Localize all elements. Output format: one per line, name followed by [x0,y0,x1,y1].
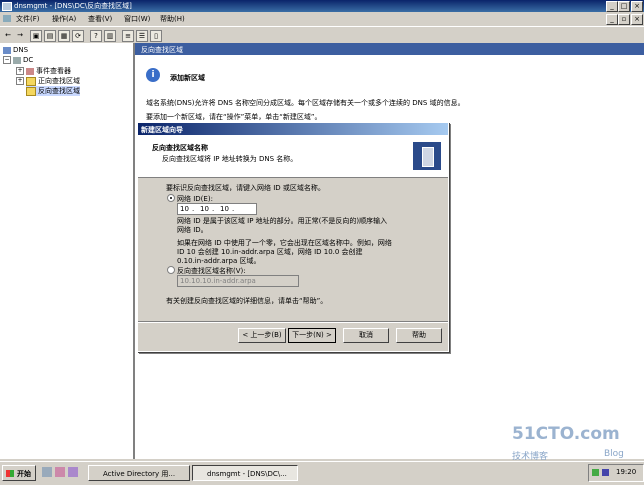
dialog-head-subtitle: 反向查找区域将 IP 地址转换为 DNS 名称。 [162,155,298,163]
doc-restore-button[interactable]: ▫ [618,14,630,25]
info-icon: i [146,68,160,82]
zero-note-3: 0.10.in-addr.arpa 区域。 [177,257,261,265]
menu-window[interactable]: 窗口(W) [124,14,150,24]
back-arrow-icon[interactable]: ← [3,30,13,40]
new-zone-wizard-dialog: 新建区域向导 反向查找区域名称 反向查找区域将 IP 地址转换为 DNS 名称。… [137,122,449,352]
menu-view[interactable]: 查看(V) [88,14,112,24]
volume-icon[interactable] [602,469,609,476]
window-title-bar[interactable]: dnsmgmt - [DNS\DC\反向查找区域] _ □ × [0,0,644,12]
windows-logo-icon [6,470,14,477]
help-icon[interactable]: ? [90,30,102,42]
list-icon[interactable]: ≡ [122,30,134,42]
system-tray: 19:20 [588,464,644,482]
refresh-icon[interactable]: ⟳ [72,30,84,42]
watermark-blog-en: Blog [604,449,624,459]
network-icon[interactable] [592,469,599,476]
back-button[interactable]: < 上一步(B) [238,328,286,343]
network-id-note-1: 网络 ID 是属于该区域 IP 地址的部分。用正常(不是反向的)顺序输入 [177,217,388,225]
forward-arrow-icon[interactable]: → [15,30,25,40]
cancel-button[interactable]: 取消 [343,328,389,343]
expand-icon[interactable]: + [16,67,24,75]
dialog-divider [138,321,448,323]
task-active-directory[interactable]: Active Directory 用... [88,465,190,481]
up-level-icon[interactable]: ▣ [30,30,42,42]
doc-close-button[interactable]: × [631,14,643,25]
dialog-header: 反向查找区域名称 反向查找区域将 IP 地址转换为 DNS 名称。 [138,135,448,178]
pane-heading: 添加新区域 [170,74,205,82]
taskbar: 开始 Active Directory 用... dnsmgmt - [DNS\… [0,461,644,485]
task-dnsmgmt[interactable]: dnsmgmt - [DNS\DC\... [192,465,298,481]
doc-minimize-button[interactable]: _ [606,14,618,25]
app-icon [2,2,12,11]
instruction-text: 要标识反向查找区域，请键入网络 ID 或区域名称。 [166,184,325,192]
radio-network-id[interactable] [167,194,175,202]
help-hint-text: 有关创建反向查找区域的详细信息，请单击“帮助”。 [166,297,328,305]
watermark-site: 51CTO.com [512,424,620,444]
menu-action[interactable]: 操作(A) [52,14,76,24]
quicklaunch-ie-icon[interactable] [55,467,65,477]
pane-description: 域名系统(DNS)允许将 DNS 名称空间分成区域。每个区域存储有关一个或多个连… [146,99,465,107]
toolbar: ← → ▣ ▤ ▦ ⟳ ? ▥ ≡ ☰ ▯ [0,26,644,44]
help-button[interactable]: 帮助 [396,328,442,343]
start-button[interactable]: 开始 [2,465,36,481]
collapse-icon[interactable]: − [3,56,11,64]
radio-zone-name[interactable] [167,266,175,274]
network-id-note-2: 网络 ID。 [177,226,208,234]
doc-icon [3,15,11,22]
next-button[interactable]: 下一步(N) > [288,328,336,343]
clock[interactable]: 19:20 [616,468,636,476]
properties-icon[interactable]: ▥ [104,30,116,42]
pane-hint: 要添加一个新区域，请在“操作”菜单，单击“新建区域”。 [146,113,322,121]
zone-name-input[interactable]: 10.10.10.in-addr.arpa [177,275,299,287]
menu-help[interactable]: 帮助(H) [160,14,185,24]
folder-icon [26,76,36,86]
export-icon[interactable]: ▦ [58,30,70,42]
dialog-title-bar[interactable]: 新建区域向导 [138,123,448,135]
quicklaunch-desktop-icon[interactable] [42,467,52,477]
expand-icon[interactable]: + [16,77,24,85]
tree-item-forward-zones[interactable]: + 正向查找区域 [16,76,80,86]
dns-icon [3,46,11,54]
folder-icon [26,86,36,96]
maximize-button[interactable]: □ [618,1,630,12]
minimize-button[interactable]: _ [606,1,618,12]
tree-server-dc[interactable]: − DC [3,56,33,64]
quicklaunch-vmware-icon[interactable] [68,467,78,477]
event-viewer-icon [26,67,34,75]
console-tree: DNS − DC + 事件查看器 + 正向查找区域 反向查找区域 [0,43,135,459]
tree-root-dns[interactable]: DNS [3,46,28,54]
window-title: dnsmgmt - [DNS\DC\反向查找区域] [14,2,132,10]
server-graphic-icon [413,142,441,170]
show-tree-icon[interactable]: ▤ [44,30,56,42]
menu-file[interactable]: 文件(F) [16,14,40,24]
network-id-input[interactable]: 10 . 10 . 10 . [177,203,257,215]
pane-header: 反向查找区域 [135,43,644,55]
tree-item-reverse-zones[interactable]: 反向查找区域 [26,86,80,96]
dialog-head-title: 反向查找区域名称 [152,144,208,152]
details-icon[interactable]: ☰ [136,30,148,42]
menu-bar: 文件(F) 操作(A) 查看(V) 窗口(W) 帮助(H) _ ▫ × [0,12,644,26]
tree-item-event-viewer[interactable]: + 事件查看器 [16,66,71,76]
server-icon [13,56,21,64]
close-button[interactable]: × [631,1,643,12]
filter-icon[interactable]: ▯ [150,30,162,42]
